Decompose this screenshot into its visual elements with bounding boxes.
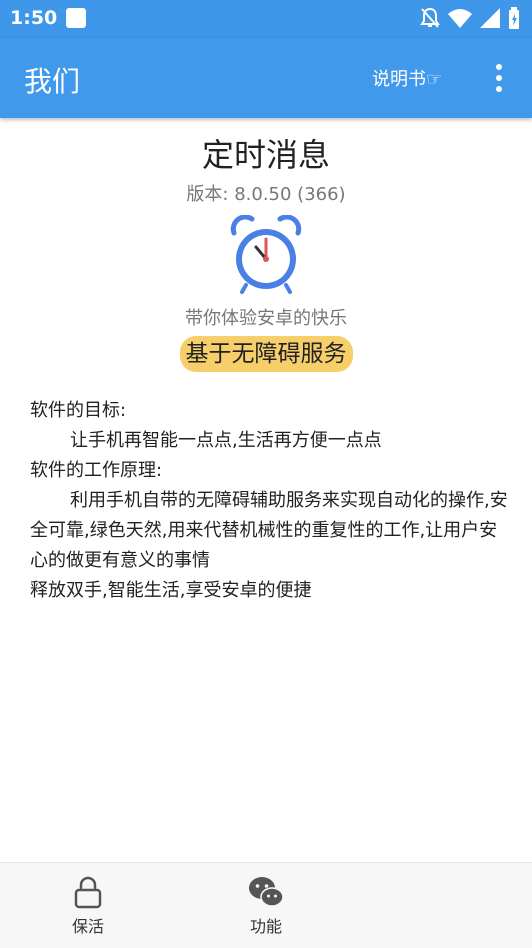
nav-label-features: 功能 [249, 917, 282, 936]
nav-item-features[interactable]: 功能 [206, 875, 326, 937]
status-time: 1:50 [10, 7, 58, 29]
description-goal: 让手机再智能一点点,生活再方便一点点 [70, 430, 382, 451]
description-slogan: 释放双手,智能生活,享受安卓的便捷 [30, 580, 312, 601]
alarm-clock-icon [230, 215, 302, 294]
about-content: 定时消息 版本: 8.0.50 (366) 带你体验安卓的快乐 基于无障碍服务 … [0, 118, 532, 862]
nav-label-keepalive: 保活 [71, 917, 104, 936]
nav-item-keepalive[interactable]: 保活 [28, 875, 148, 937]
bottom-nav: 保活 功能 [0, 862, 532, 948]
description-principle: 利用手机自带的无障碍辅助服务来实现自动化的操作,安全可靠,绿色天然,用来代替机械… [30, 490, 508, 571]
wechat-icon [249, 877, 284, 907]
manual-button[interactable]: 说明书☞ [372, 65, 442, 91]
wifi-icon [448, 9, 472, 28]
lock-icon [74, 876, 102, 909]
app-notification-icon [66, 8, 86, 28]
more-vert-icon[interactable] [488, 62, 510, 94]
app-bar: 我们 说明书☞ [0, 38, 532, 118]
version-text: 版本: 8.0.50 (366) [186, 184, 346, 205]
battery-icon [509, 7, 519, 29]
description-heading-goal: 软件的目标: [30, 400, 127, 421]
status-icons [420, 7, 520, 29]
accessibility-badge: 基于无障碍服务 [179, 336, 353, 372]
app-bar-title: 我们 [24, 65, 81, 98]
mute-icon [420, 7, 440, 28]
app-description: 软件的目标: 让手机再智能一点点,生活再方便一点点 软件的工作原理: 利用手机自… [30, 396, 510, 606]
signal-icon [480, 8, 500, 28]
tagline: 带你体验安卓的快乐 [185, 308, 347, 329]
app-name: 定时消息 [201, 136, 330, 174]
status-bar: 1:50 [0, 0, 532, 38]
description-heading-principle: 软件的工作原理: [30, 460, 163, 481]
